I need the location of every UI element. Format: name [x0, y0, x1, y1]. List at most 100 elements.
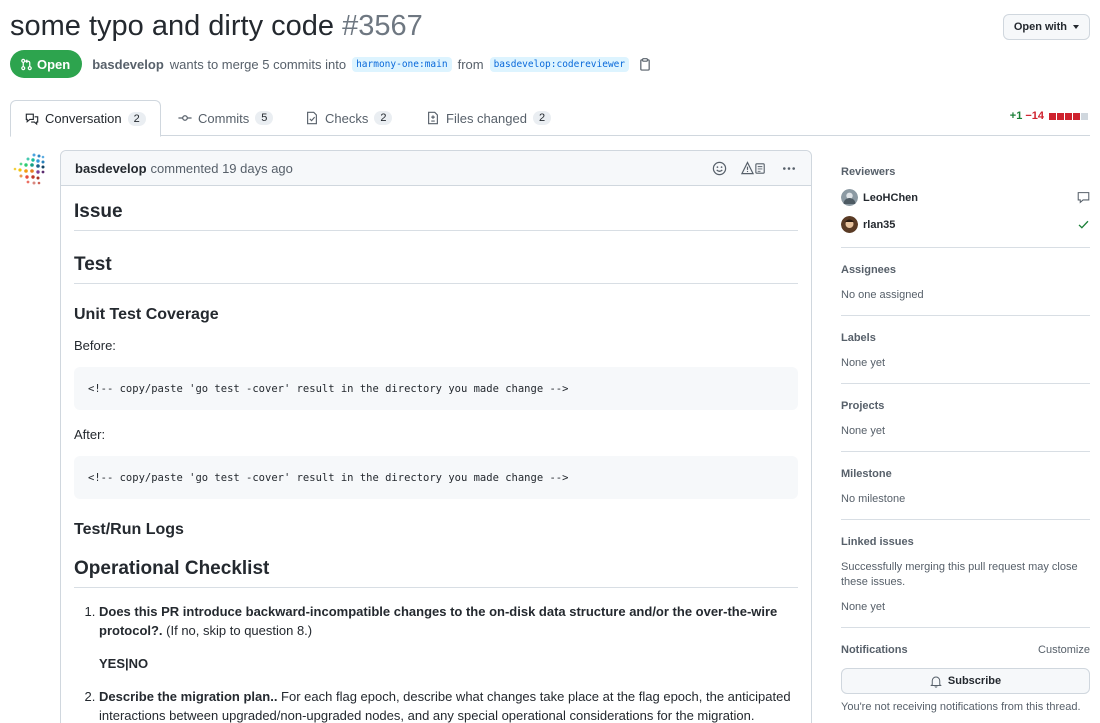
- open-with-label: Open with: [1013, 21, 1067, 33]
- reviewers-title[interactable]: Reviewers: [841, 166, 1090, 178]
- linked-issues-title-text: Linked issues: [841, 536, 914, 548]
- tab-commits-count: 5: [255, 111, 274, 125]
- tab-files-changed-count: 2: [532, 111, 552, 125]
- comment-author[interactable]: basdevelop: [75, 161, 147, 176]
- notifications-section: Notifications Customize Subscribe You're…: [841, 628, 1090, 723]
- checklist-icon: [307, 111, 317, 125]
- copy-icon[interactable]: [639, 57, 651, 71]
- labels-value: None yet: [841, 357, 886, 369]
- labels-section: Labels None yet: [841, 316, 1090, 384]
- avatar-dots: [13, 153, 45, 185]
- projects-section: Projects None yet: [841, 384, 1090, 452]
- milestone-section: Milestone No milestone: [841, 452, 1090, 520]
- reviewers-title-text: Reviewers: [841, 166, 896, 178]
- comment-discussion-icon: [25, 113, 39, 125]
- file-diff-icon: [428, 111, 438, 125]
- linked-issues-value: None yet: [841, 601, 886, 613]
- question-1-note: (If no, skip to question 8.): [162, 623, 313, 638]
- projects-title[interactable]: Projects: [841, 400, 1090, 412]
- reviewer-item[interactable]: LeoHChen: [841, 189, 1090, 206]
- diff-block: [1049, 112, 1056, 120]
- pr-author-link[interactable]: basdevelop: [92, 57, 164, 72]
- bell-icon: [930, 676, 942, 688]
- comment-timestamp: commented 19 days ago: [150, 160, 293, 176]
- pr-tabs: Conversation 2 Commits 5 Checks 2 Files …: [10, 100, 1090, 137]
- notifications-notice: You're not receiving notifications from …: [841, 701, 1081, 713]
- heading-operational-checklist: Operational Checklist: [74, 539, 798, 588]
- notifications-title: Notifications Customize: [841, 644, 1090, 656]
- diff-block: [1081, 112, 1088, 120]
- code-block-before: <!-- copy/paste 'go test -cover' result …: [74, 367, 798, 410]
- author-avatar[interactable]: [10, 151, 46, 187]
- state-label: Open: [37, 56, 71, 72]
- kebab-horizontal-icon[interactable]: [781, 161, 797, 176]
- open-with-button[interactable]: Open with: [1002, 14, 1090, 40]
- tab-commits-label: Commits: [198, 110, 250, 126]
- milestone-title[interactable]: Milestone: [841, 468, 1090, 480]
- diff-deletions: −14: [1025, 110, 1044, 122]
- pr-description-comment: basdevelop commented 19 days ago Issue T…: [60, 150, 812, 723]
- pr-title-text: some typo and dirty code: [10, 10, 335, 42]
- comment-header: basdevelop commented 19 days ago: [61, 151, 811, 186]
- heading-unit-test-coverage: Unit Test Coverage: [74, 306, 219, 323]
- question-2: Describe the migration plan..: [99, 689, 278, 704]
- tab-commits[interactable]: Commits 5: [164, 100, 287, 136]
- before-label: Before:: [74, 338, 116, 353]
- reviewer-name: LeoHChen: [863, 191, 918, 204]
- assignees-title-text: Assignees: [841, 264, 897, 276]
- base-branch-link[interactable]: harmony-one:main: [352, 56, 452, 72]
- labels-title[interactable]: Labels: [841, 332, 1090, 344]
- code-block-after: <!-- copy/paste 'go test -cover' result …: [74, 456, 798, 499]
- tab-files-changed-label: Files changed: [446, 110, 527, 126]
- smiley-icon[interactable]: [712, 161, 727, 176]
- question-1-answer: YES|NO: [99, 656, 149, 671]
- tab-conversation[interactable]: Conversation 2: [10, 100, 161, 137]
- diff-additions: +1: [1009, 110, 1023, 122]
- report-icon[interactable]: [741, 160, 767, 176]
- tab-conversation-count: 2: [127, 111, 146, 126]
- linked-issues-section: Linked issues Successfully merging this …: [841, 520, 1090, 628]
- pull-request-icon: [21, 58, 32, 70]
- diffstat: +1 −14: [1010, 110, 1088, 122]
- pr-number: #3567: [342, 10, 423, 42]
- customize-link[interactable]: Customize: [1038, 644, 1090, 656]
- diff-blocks: [1049, 112, 1088, 120]
- linked-issues-title[interactable]: Linked issues: [841, 536, 1090, 548]
- comment-icon: [1077, 192, 1090, 204]
- heading-test-run-logs: Test/Run Logs: [74, 521, 184, 538]
- projects-title-text: Projects: [841, 400, 885, 412]
- labels-title-text: Labels: [841, 332, 876, 344]
- head-branch-link[interactable]: basdevelop:codereviewer: [489, 56, 630, 72]
- assignees-value: No one assigned: [841, 289, 924, 301]
- tab-checks-count: 2: [374, 111, 393, 125]
- pr-title-row: some typo and dirty code #3567 Open with: [10, 6, 1090, 46]
- checklist-list: Does this PR introduce backward-incompat…: [99, 602, 798, 723]
- heading-issue: Issue: [74, 186, 798, 231]
- diff-block: [1065, 112, 1072, 120]
- projects-value: None yet: [841, 425, 886, 437]
- from-text: from: [457, 56, 484, 72]
- chevron-down-icon: [1073, 25, 1079, 29]
- tab-conversation-label: Conversation: [45, 111, 122, 126]
- reviewer-avatar: [841, 216, 858, 233]
- notifications-title-text: Notifications: [841, 644, 908, 656]
- comment-actions: [712, 160, 797, 176]
- commit-icon: [178, 115, 192, 121]
- merge-text: wants to merge 5 commits into: [169, 56, 347, 72]
- diff-block: [1073, 112, 1080, 120]
- subscribe-button[interactable]: Subscribe: [841, 668, 1090, 694]
- checklist-item: Describe the migration plan.. For each f…: [99, 687, 798, 723]
- state-badge: Open: [10, 50, 83, 78]
- assignees-section: Assignees No one assigned: [841, 248, 1090, 316]
- linked-issues-description: Successfully merging this pull request m…: [841, 561, 1078, 588]
- milestone-title-text: Milestone: [841, 468, 892, 480]
- pr-meta: Open basdevelop wants to merge 5 commits…: [10, 50, 651, 78]
- reviewer-name: rlan35: [863, 218, 896, 231]
- tab-checks[interactable]: Checks 2: [291, 100, 406, 136]
- assignees-title[interactable]: Assignees: [841, 264, 1090, 276]
- subscribe-label: Subscribe: [947, 675, 1002, 687]
- heading-test: Test: [74, 231, 798, 284]
- reviewers-section: Reviewers LeoHChen rlan35: [841, 150, 1090, 248]
- reviewer-item[interactable]: rlan35: [841, 216, 1090, 233]
- tab-files-changed[interactable]: Files changed 2: [412, 100, 565, 136]
